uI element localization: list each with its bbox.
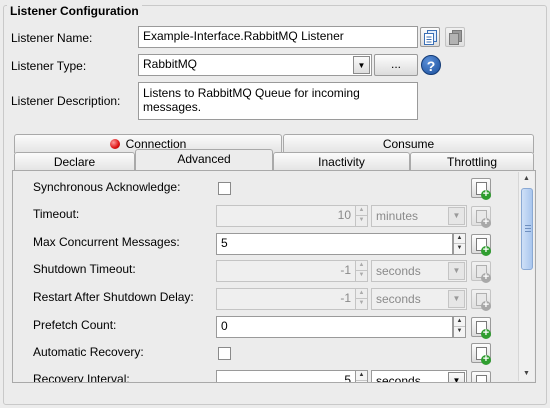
scrollbar-thumb[interactable] (521, 188, 533, 270)
recovery-interval-stepper[interactable]: ▲▼ (355, 370, 368, 382)
restart-delay-stepper[interactable]: ▲ ▼ (355, 288, 368, 310)
auto-recovery-checkbox[interactable] (218, 347, 231, 360)
prefetch-count-input[interactable]: 0 (216, 316, 453, 338)
shutdown-timeout-add-button[interactable] (471, 261, 491, 283)
chevron-down-icon[interactable]: ▼ (448, 372, 465, 382)
restart-delay-unit-value: seconds (376, 292, 421, 306)
listener-type-select[interactable]: RabbitMQ ▼ (138, 54, 372, 76)
tab-throttling-label: Throttling (446, 155, 498, 169)
add-property-icon (476, 265, 491, 283)
paste-icon (449, 30, 462, 45)
sync-ack-checkbox[interactable] (218, 182, 231, 195)
restart-delay-input[interactable]: -1 (216, 288, 356, 310)
recovery-interval-unit-value: seconds (376, 374, 421, 383)
scroll-up-icon[interactable]: ▲ (519, 172, 534, 186)
tab-advanced[interactable]: Advanced (135, 149, 273, 170)
add-property-icon (476, 293, 491, 311)
listener-description-label: Listener Description: (11, 94, 121, 108)
auto-recovery-label: Automatic Recovery: (33, 345, 144, 359)
tab-declare[interactable]: Declare (14, 152, 135, 171)
tab-consume-label: Consume (382, 137, 435, 151)
tab-declare-label: Declare (53, 155, 96, 169)
listener-type-more-button[interactable]: ... (374, 54, 418, 76)
timeout-stepper[interactable]: ▲ ▼ (355, 205, 368, 227)
description-line-2: messages. (143, 100, 202, 114)
vertical-scrollbar[interactable]: ▲ ▼ (518, 172, 534, 381)
status-red-icon (109, 139, 120, 149)
timeout-unit-value: minutes (376, 209, 419, 223)
chevron-down-icon[interactable]: ▼ (448, 290, 465, 308)
sync-ack-add-button[interactable] (471, 178, 491, 200)
copy-icon (424, 30, 437, 45)
add-property-icon (476, 182, 491, 200)
shutdown-timeout-unit-value: seconds (376, 264, 421, 278)
prefetch-count-label: Prefetch Count: (33, 318, 117, 332)
recovery-interval-input[interactable]: 5 (216, 370, 356, 382)
tab-advanced-label: Advanced (177, 152, 231, 166)
scroll-down-icon[interactable]: ▼ (519, 367, 534, 381)
restart-delay-unit-select[interactable]: seconds ▼ (371, 288, 467, 310)
shutdown-timeout-input[interactable]: -1 (216, 260, 356, 282)
restart-delay-label: Restart After Shutdown Delay: (33, 290, 194, 304)
sync-ack-label: Synchronous Acknowledge: (33, 180, 181, 194)
max-concurrent-add-button[interactable] (471, 234, 491, 256)
chevron-down-icon[interactable]: ▼ (448, 262, 465, 280)
help-icon[interactable]: ? (421, 55, 441, 75)
tab-inactivity-label: Inactivity (318, 155, 365, 169)
tab-throttling[interactable]: Throttling (410, 152, 534, 171)
chevron-down-icon[interactable]: ▼ (448, 207, 465, 225)
timeout-input[interactable]: 10 (216, 205, 356, 227)
max-concurrent-input[interactable]: 5 (216, 233, 453, 255)
listener-name-input[interactable]: Example-Interface.RabbitMQ Listener (138, 26, 418, 48)
recovery-interval-add-button[interactable] (471, 371, 491, 382)
tab-consume[interactable]: Consume (283, 134, 534, 153)
add-property-icon (476, 347, 491, 365)
paste-button[interactable] (445, 27, 465, 47)
listener-type-label: Listener Type: (11, 59, 87, 73)
auto-recovery-add-button[interactable] (471, 343, 491, 365)
chevron-down-icon[interactable]: ▼ (353, 56, 370, 74)
prefetch-count-stepper[interactable]: ▲ ▼ (453, 316, 466, 338)
advanced-settings-panel: Synchronous Acknowledge: Timeout: 10 ▲▼ … (12, 170, 536, 383)
listener-description-textarea[interactable]: Listens to RabbitMQ Queue for incoming m… (138, 82, 418, 120)
add-property-icon (476, 238, 491, 256)
prefetch-count-add-button[interactable] (471, 317, 491, 339)
timeout-label: Timeout: (33, 207, 80, 221)
listener-name-label: Listener Name: (11, 31, 93, 45)
recovery-interval-label: Recovery Interval: (33, 372, 130, 383)
max-concurrent-label: Max Concurrent Messages: (33, 235, 180, 249)
tab-inactivity[interactable]: Inactivity (273, 152, 410, 171)
add-property-icon (476, 375, 487, 382)
timeout-add-button[interactable] (471, 206, 491, 228)
timeout-unit-select[interactable]: minutes ▼ (371, 205, 467, 227)
shutdown-timeout-unit-select[interactable]: seconds ▼ (371, 260, 467, 282)
shutdown-timeout-label: Shutdown Timeout: (33, 262, 136, 276)
max-concurrent-stepper[interactable]: ▲ ▼ (453, 233, 466, 255)
add-property-icon (476, 210, 491, 228)
description-line-1: Listens to RabbitMQ Queue for incoming (143, 86, 360, 100)
group-title: Listener Configuration (7, 4, 142, 18)
recovery-interval-unit-select[interactable]: seconds ▼ (371, 370, 467, 383)
listener-type-value: RabbitMQ (143, 57, 198, 71)
shutdown-timeout-stepper[interactable]: ▲ ▼ (355, 260, 368, 282)
copy-button[interactable] (420, 27, 440, 47)
restart-delay-add-button[interactable] (471, 289, 491, 311)
add-property-icon (476, 321, 491, 339)
